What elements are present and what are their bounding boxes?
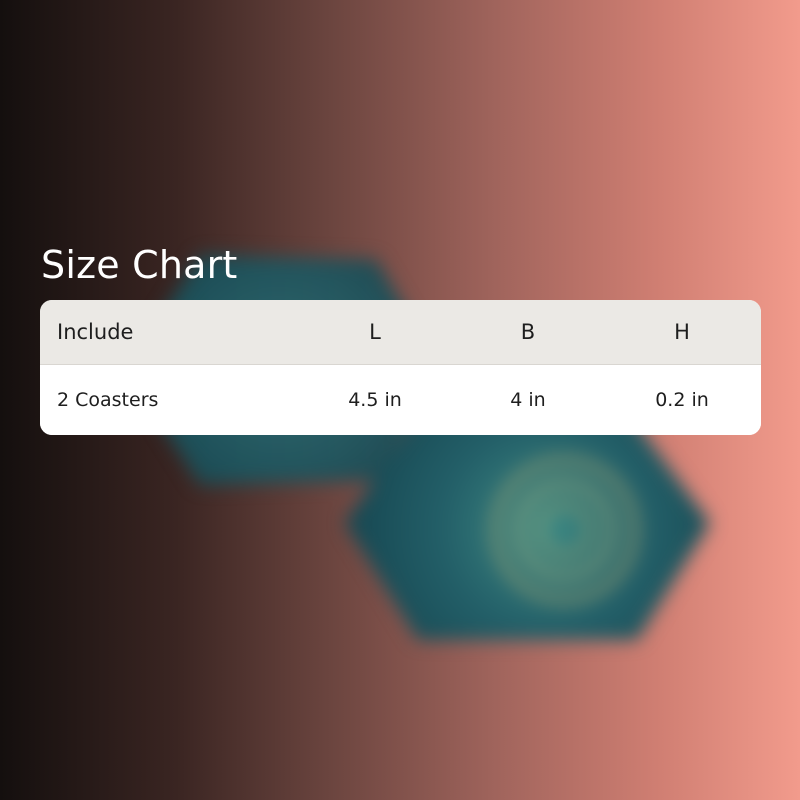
- cell-height: 0.2 in: [655, 389, 709, 411]
- header-height: H: [674, 320, 690, 344]
- mandala-pattern: [470, 445, 660, 615]
- cell-breadth: 4 in: [510, 389, 546, 411]
- table-row: 2 Coasters 4.5 in 4 in 0.2 in: [40, 365, 761, 435]
- cell-length: 4.5 in: [348, 389, 402, 411]
- table-header-row: Include L B H: [40, 300, 761, 365]
- header-breadth: B: [520, 320, 536, 344]
- size-chart-table: Include L B H 2 Coasters 4.5 in 4 in 0.2…: [40, 300, 761, 435]
- size-chart-title: Size Chart: [41, 243, 238, 287]
- header-include: Include: [57, 320, 134, 344]
- header-length: L: [369, 320, 381, 344]
- cell-include: 2 Coasters: [57, 389, 159, 411]
